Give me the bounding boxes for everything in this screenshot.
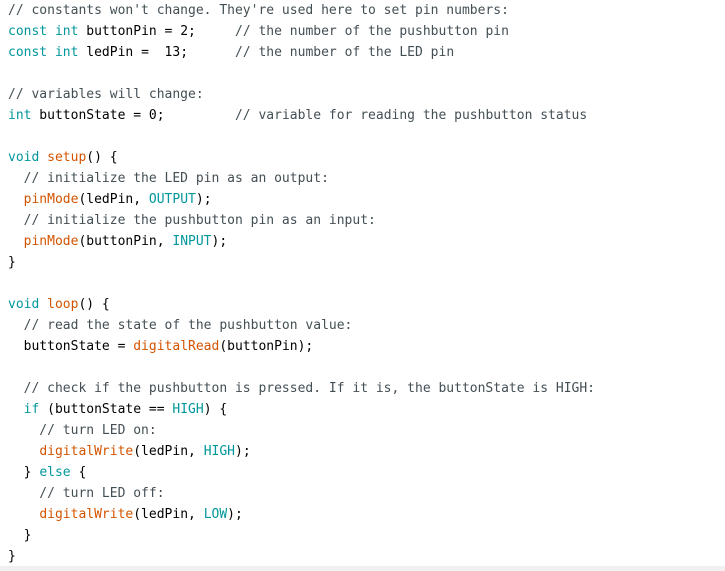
code-comment: // turn LED on:	[8, 423, 157, 438]
code-constant: OUTPUT	[148, 192, 196, 207]
code-text: (buttonPin);	[219, 339, 314, 354]
code-line[interactable]: ​	[8, 126, 595, 147]
code-comment: // initialize the pushbutton pin as an i…	[8, 213, 376, 228]
code-line[interactable]: // turn LED on:	[8, 420, 595, 441]
code-text: }	[8, 255, 16, 270]
code-line[interactable]: pinMode(buttonPin, INPUT);	[8, 231, 595, 252]
code-comment: // read the state of the pushbutton valu…	[8, 318, 353, 333]
code-line[interactable]: } else {	[8, 462, 595, 483]
code-editor[interactable]: // constants won't change. They're used …	[0, 0, 725, 566]
code-comment: // the number of the pushbutton pin	[235, 24, 509, 39]
code-keyword: int	[8, 108, 32, 123]
code-line[interactable]: ​	[8, 273, 595, 294]
code-keyword: int	[54, 45, 79, 60]
code-text: (ledPin,	[78, 192, 149, 207]
code-line[interactable]: }	[8, 252, 595, 273]
code-constant: INPUT	[172, 234, 212, 249]
code-keyword: else	[39, 465, 71, 480]
editor-bottom-edge	[0, 566, 725, 571]
code-keyword: if	[23, 402, 40, 417]
code-function: digitalWrite	[39, 507, 134, 522]
code-keyword: void	[8, 150, 40, 165]
code-text: buttonState =	[8, 339, 134, 354]
code-line[interactable]: void setup() {	[8, 147, 595, 168]
code-comment: // variables will change:	[8, 87, 204, 102]
code-text: (ledPin,	[133, 444, 204, 459]
code-line[interactable]: ​	[8, 63, 595, 84]
code-line[interactable]: // constants won't change. They're used …	[8, 0, 595, 21]
code-line[interactable]: // initialize the pushbutton pin as an i…	[8, 210, 595, 231]
code-line[interactable]: // read the state of the pushbutton valu…	[8, 315, 595, 336]
code-text: }	[8, 528, 32, 543]
code-text: {	[70, 465, 87, 480]
code-comment: // turn LED off:	[8, 486, 165, 501]
code-text: buttonPin = 2;	[78, 24, 235, 39]
code-text: (buttonState ==	[39, 402, 173, 417]
code-function: pinMode	[23, 192, 79, 207]
code-text: () {	[78, 297, 110, 312]
code-line[interactable]: pinMode(ledPin, OUTPUT);	[8, 189, 595, 210]
code-text: (ledPin,	[133, 507, 204, 522]
code-keyword: const	[8, 45, 48, 60]
code-text: buttonState = 0;	[31, 108, 235, 123]
code-line[interactable]: const int buttonPin = 2; // the number o…	[8, 21, 595, 42]
code-text: }	[8, 465, 40, 480]
code-line[interactable]: }	[8, 546, 595, 566]
code-line[interactable]: void loop() {	[8, 294, 595, 315]
code-function: digitalRead	[133, 339, 220, 354]
code-text: );	[211, 234, 228, 249]
code-comment: // the number of the LED pin	[235, 45, 455, 60]
code-text: );	[195, 192, 212, 207]
code-text: ledPin = 13;	[78, 45, 235, 60]
code-keyword: const	[8, 24, 48, 39]
code-line[interactable]: // variables will change:	[8, 84, 595, 105]
code-comment: // check if the pushbutton is pressed. I…	[8, 381, 595, 396]
code-constant: HIGH	[172, 402, 204, 417]
code-comment: // constants won't change. They're used …	[8, 3, 509, 18]
code-line[interactable]: // turn LED off:	[8, 483, 595, 504]
code-text: () {	[86, 150, 118, 165]
code-text: );	[227, 507, 243, 522]
code-function: loop	[47, 297, 79, 312]
code-constant: LOW	[203, 507, 228, 522]
code-function: digitalWrite	[39, 444, 134, 459]
code-line[interactable]: digitalWrite(ledPin, HIGH);	[8, 441, 595, 462]
code-text: (buttonPin,	[78, 234, 173, 249]
code-line[interactable]: if (buttonState == HIGH) {	[8, 399, 595, 420]
code-comment: // variable for reading the pushbutton s…	[234, 108, 588, 123]
code-function: pinMode	[23, 234, 79, 249]
code-text: ) {	[203, 402, 228, 417]
code-block[interactable]: // constants won't change. They're used …	[8, 0, 595, 566]
code-line[interactable]: buttonState = digitalRead(buttonPin);	[8, 336, 595, 357]
code-line[interactable]: int buttonState = 0; // variable for rea…	[8, 105, 595, 126]
code-line[interactable]: }	[8, 525, 595, 546]
code-function: setup	[47, 150, 87, 165]
code-text: }	[8, 549, 16, 564]
code-line[interactable]: ​	[8, 357, 595, 378]
code-line[interactable]: digitalWrite(ledPin, LOW);	[8, 504, 595, 525]
code-keyword: void	[8, 297, 40, 312]
code-line[interactable]: // check if the pushbutton is pressed. I…	[8, 378, 595, 399]
code-line[interactable]: const int ledPin = 13; // the number of …	[8, 42, 595, 63]
code-text: );	[235, 444, 251, 459]
code-line[interactable]: // initialize the LED pin as an output:	[8, 168, 595, 189]
code-comment: // initialize the LED pin as an output:	[8, 171, 329, 186]
code-keyword: int	[54, 24, 79, 39]
code-constant: HIGH	[203, 444, 235, 459]
